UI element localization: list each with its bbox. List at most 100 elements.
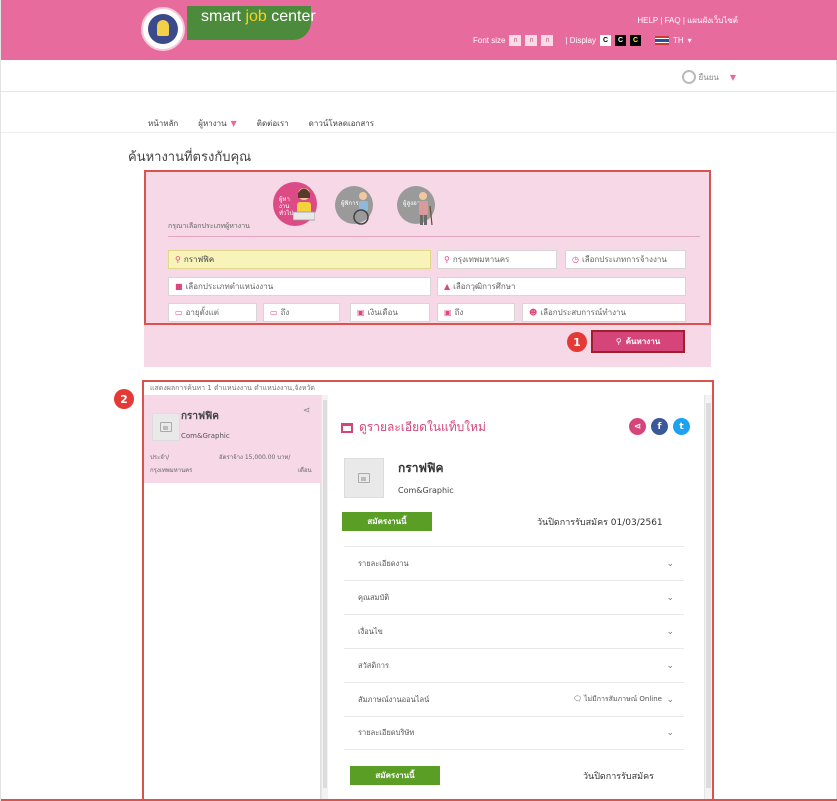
- font-size-small-button[interactable]: ก: [509, 35, 522, 46]
- chevron-down-icon: ⌄: [666, 592, 674, 603]
- money-icon: ▣: [357, 308, 365, 317]
- chevron-down-icon: ⌄: [666, 694, 674, 705]
- seeker-type-elderly[interactable]: ผู้สูงอายุ: [397, 186, 435, 226]
- seeker-type-disabled[interactable]: ผู้พิการ: [335, 186, 373, 225]
- step-marker-2: 2: [114, 389, 134, 409]
- display-contrast-button[interactable]: C: [630, 35, 641, 46]
- keyword-value: กราฟฟิค: [183, 255, 215, 264]
- font-size-medium-button[interactable]: ก: [525, 35, 538, 46]
- age-to-placeholder: ถึง: [280, 308, 290, 317]
- education-select[interactable]: ▲ เลือกวุฒิการศึกษา: [437, 277, 686, 296]
- logo-text-center: center: [266, 8, 316, 25]
- age-from-select[interactable]: ▭ อายุตั้งแต่: [168, 303, 257, 322]
- language-selector[interactable]: TH: [673, 36, 684, 45]
- chevron-down-icon: ⌄: [666, 660, 674, 671]
- employment-type-select[interactable]: ◷ เลือกประเภทการจ้างงาน: [565, 250, 686, 269]
- position-type-placeholder: เลือกประเภทตำแหน่งงาน: [185, 282, 274, 291]
- share-icon[interactable]: ⋖: [303, 406, 311, 416]
- twitter-icon[interactable]: t: [673, 418, 690, 435]
- chevron-down-icon: ▼: [729, 72, 736, 82]
- employment-type-placeholder: เลือกประเภทการจ้างงาน: [581, 255, 667, 264]
- province-select[interactable]: ⚲ กรุงเทพมหานคร: [437, 250, 557, 269]
- salary-from-select[interactable]: ▣ เงินเดือน: [350, 303, 430, 322]
- user-menu[interactable]: ยืนยน ▼: [681, 70, 736, 84]
- list-item-title: กราฟฟิค: [181, 411, 219, 422]
- apply-button[interactable]: สมัครงานนี้: [342, 512, 432, 531]
- job-title: กราฟฟิค: [398, 461, 444, 475]
- province-value: กรุงเทพมหานคร: [452, 255, 510, 264]
- divider: [1, 91, 837, 92]
- avatar-icon: [681, 70, 696, 84]
- accordion-label: สวัสดิการ: [358, 660, 390, 670]
- share-icon[interactable]: ⋖: [629, 418, 646, 435]
- image-placeholder-icon: [358, 473, 370, 483]
- help-links[interactable]: HELP | FAQ | แผนผังเว็บไซต์: [637, 14, 738, 27]
- search-icon: ⚲: [175, 255, 181, 264]
- seeker-type-label: กรุณาเลือกประเภทผู้หางาน: [168, 222, 250, 230]
- chevron-down-icon: ⌄: [666, 626, 674, 637]
- logo-text-job: job: [245, 8, 267, 25]
- nav-item-job-seeker[interactable]: ผู้หางาน ▼: [198, 117, 236, 130]
- graduation-cap-icon: ▲: [444, 282, 451, 291]
- display-normal-button[interactable]: C: [600, 35, 611, 46]
- age-from-placeholder: อายุตั้งแต่: [185, 308, 219, 317]
- nav-item-home[interactable]: หน้าหลัก: [148, 117, 178, 130]
- list-item-province: กรุงเทพมหานคร: [150, 467, 193, 474]
- list-scrollbar[interactable]: [321, 395, 328, 801]
- age-to-select[interactable]: ▭ ถึง: [263, 303, 340, 322]
- accordion-label: สัมภาษณ์งานออนไลน์: [358, 694, 430, 704]
- facebook-icon[interactable]: f: [651, 418, 668, 435]
- accordion-benefits[interactable]: สวัสดิการ ⌄: [344, 648, 684, 682]
- salary-to-select[interactable]: ▣ ถึง: [437, 303, 515, 322]
- apply-button-bottom[interactable]: สมัครงานนี้: [350, 766, 440, 785]
- position-type-select[interactable]: ■ เลือกประเภทตำแหน่งงาน: [168, 277, 431, 296]
- chevron-down-icon: ⌄: [666, 558, 674, 569]
- font-size-label: Font size: [473, 36, 506, 45]
- person-laptop-icon: [293, 188, 315, 221]
- calendar-icon: ▭: [270, 308, 278, 317]
- application-deadline: วันปิดการรับสมัคร 01/03/2561: [537, 518, 663, 528]
- accordion-label: คุณสมบัติ: [358, 592, 390, 602]
- detail-scrollbar[interactable]: [704, 395, 712, 801]
- search-button[interactable]: ⚲ ค้นหางาน: [591, 330, 685, 353]
- nav-item-contact[interactable]: ติดต่อเรา: [257, 117, 289, 130]
- wheelchair-person-icon: [353, 192, 369, 225]
- accordion-label: รายละเอียดบริษัท: [358, 728, 415, 737]
- experience-placeholder: เลือกประสบการณ์ทำงาน: [540, 308, 626, 317]
- chat-icon: 🗨: [572, 695, 584, 703]
- elderly-person-icon: [419, 192, 433, 226]
- list-item-per: เดือน: [298, 467, 312, 474]
- calendar-icon: ▭: [175, 308, 183, 317]
- accordion-conditions[interactable]: เงื่อนไข ⌄: [344, 614, 684, 648]
- page: smart job center HELP | FAQ | แผนผังเว็บ…: [0, 0, 837, 801]
- search-icon: ⚲: [615, 337, 622, 346]
- accordion-label: เงื่อนไข: [358, 626, 383, 636]
- seeker-type-general[interactable]: ผู้หางานทั่วไป: [273, 182, 317, 226]
- accordion-company-details[interactable]: รายละเอียดบริษัท ⌄: [344, 716, 684, 750]
- experience-select[interactable]: ☻ เลือกประสบการณ์ทำงาน: [522, 303, 686, 322]
- list-item-type: ประจำ/: [150, 454, 170, 461]
- open-new-tab-link[interactable]: ดูรายละเอียดในแท็บใหม่: [341, 418, 486, 437]
- online-interview-value: ไม่มีการสัมภาษณ์ Online: [583, 695, 662, 703]
- font-size-large-button[interactable]: ก: [541, 35, 554, 46]
- site-logo[interactable]: smart job center: [201, 8, 316, 26]
- briefcase-icon: ■: [175, 282, 183, 291]
- accordion-qualifications[interactable]: คุณสมบัติ ⌄: [344, 580, 684, 614]
- divider: [1, 132, 837, 133]
- accordion-label: รายละเอียดงาน: [358, 558, 409, 568]
- accordion-job-details[interactable]: รายละเอียดงาน ⌄: [344, 546, 684, 580]
- image-placeholder-icon: [160, 422, 172, 432]
- accordion-online-interview[interactable]: สัมภาษณ์งานออนไลน์ 🗨 ไม่มีการสัมภาษณ์ Onl…: [344, 682, 684, 716]
- chevron-down-icon: ▾: [687, 36, 692, 45]
- keyword-input[interactable]: ⚲ กราฟฟิค: [168, 250, 431, 269]
- search-button-label: ค้นหางาน: [625, 337, 661, 346]
- open-new-tab-label: ดูรายละเอียดในแท็บใหม่: [359, 420, 486, 434]
- display-dark-button[interactable]: C: [615, 35, 626, 46]
- top-header: smart job center HELP | FAQ | แผนผังเว็บ…: [1, 0, 837, 60]
- nav-item-download[interactable]: ดาวน์โหลดเอกสาร: [309, 117, 374, 130]
- window-icon: [341, 422, 353, 433]
- online-interview-status: 🗨 ไม่มีการสัมภาษณ์ Online: [573, 694, 662, 705]
- thai-flag-icon[interactable]: [655, 36, 669, 45]
- salary-to-placeholder: ถึง: [454, 308, 464, 317]
- ministry-seal-icon[interactable]: [141, 7, 185, 51]
